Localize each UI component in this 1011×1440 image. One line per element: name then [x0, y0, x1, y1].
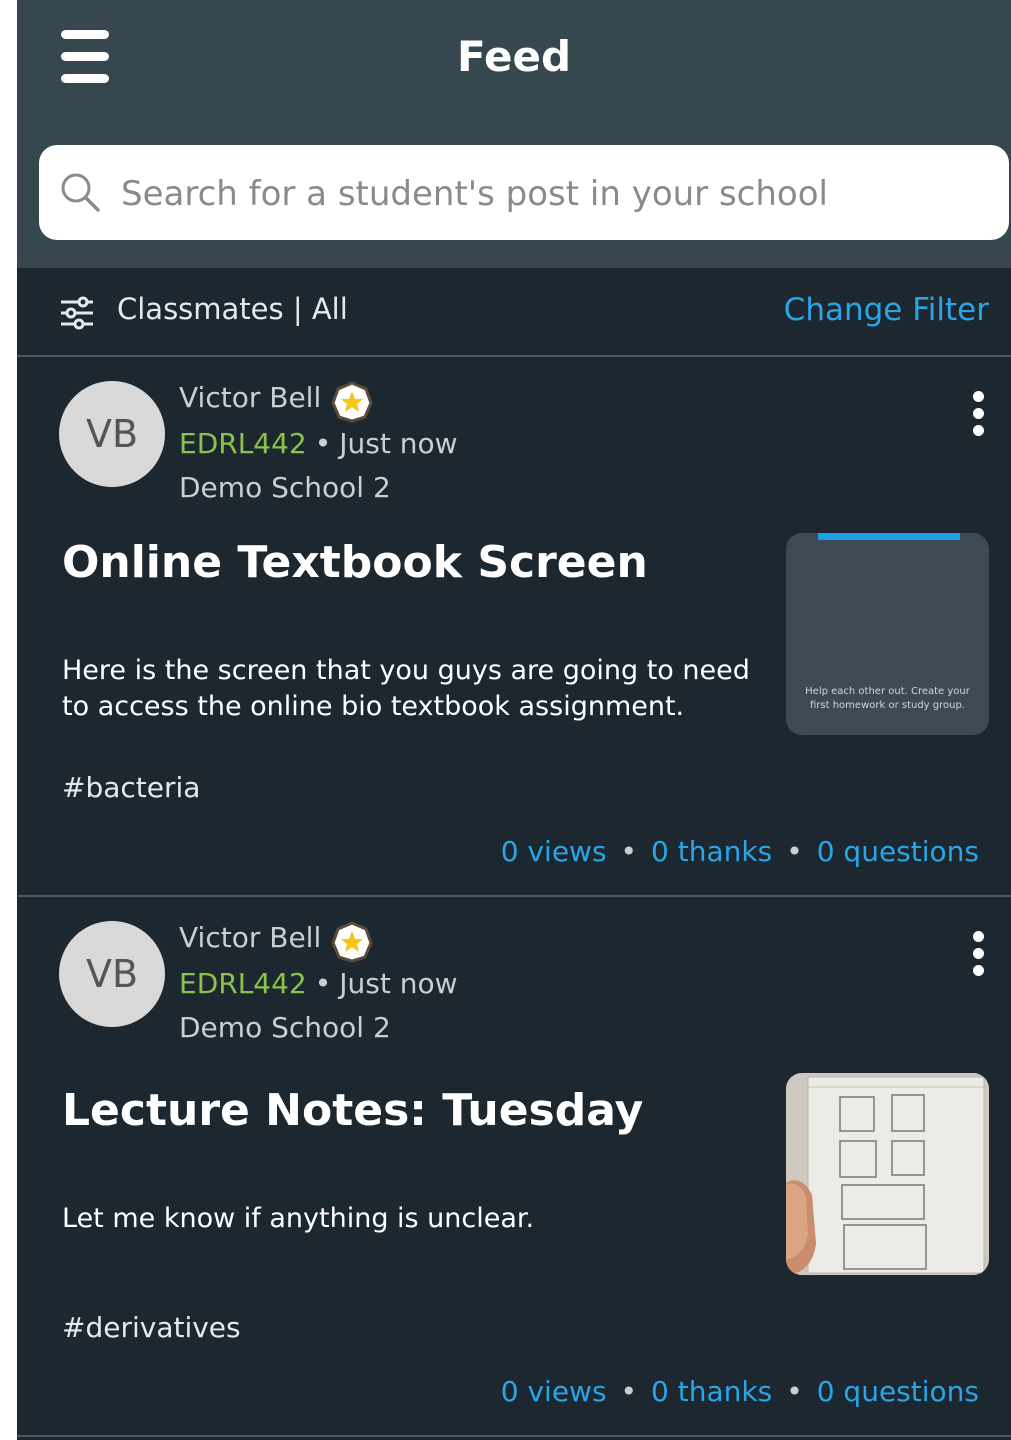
post-thumbnail[interactable]: Help each other out. Create your first h… — [786, 533, 989, 735]
thumbnail-caption: Help each other out. Create your first h… — [805, 686, 970, 711]
star-badge-icon — [331, 381, 373, 423]
post-meta: EDRL442 • Just now — [179, 427, 458, 460]
course-code[interactable]: EDRL442 — [179, 967, 307, 1000]
hashtag[interactable]: #derivatives — [62, 1311, 241, 1344]
post-card[interactable]: VB Victor Bell EDRL442 • Just now Demo Sch… — [17, 357, 1011, 897]
post-title[interactable]: Lecture Notes: Tuesday — [62, 1085, 643, 1136]
filter-sliders-icon — [61, 296, 93, 330]
more-options-icon[interactable] — [967, 931, 991, 977]
author-name[interactable]: Victor Bell — [179, 381, 321, 414]
search-input[interactable] — [119, 145, 993, 242]
more-options-icon[interactable] — [967, 391, 991, 437]
thanks-count[interactable]: 0 thanks — [651, 835, 772, 868]
filter-label: Classmates | All — [117, 292, 348, 326]
course-code[interactable]: EDRL442 — [179, 427, 307, 460]
avatar[interactable]: VB — [59, 921, 165, 1027]
lecture-notes-photo — [786, 1073, 989, 1275]
search-icon — [61, 173, 100, 212]
star-badge-icon — [331, 921, 373, 963]
post-thumbnail[interactable] — [786, 1073, 989, 1275]
questions-count[interactable]: 0 questions — [817, 1375, 979, 1408]
post-body: Here is the screen that you guys are goi… — [62, 655, 750, 722]
questions-count[interactable]: 0 questions — [817, 835, 979, 868]
thumbnail-header-bar — [818, 533, 960, 540]
app-screen: Feed Classmates | All Change Filter VB V… — [17, 0, 1011, 1440]
post-meta: EDRL442 • Just now — [179, 967, 458, 1000]
post-time: Just now — [339, 427, 458, 460]
thanks-count[interactable]: 0 thanks — [651, 1375, 772, 1408]
post-title[interactable]: Online Textbook Screen — [62, 537, 648, 588]
search-box[interactable] — [39, 145, 1009, 242]
post-body: Let me know if anything is unclear. — [62, 1203, 535, 1234]
post-stats: 0 views • 0 thanks • 0 questions — [500, 1375, 979, 1408]
avatar[interactable]: VB — [59, 381, 165, 487]
page-title: Feed — [456, 32, 572, 81]
views-count[interactable]: 0 views — [501, 835, 607, 868]
school-name: Demo School 2 — [179, 471, 391, 504]
author-name[interactable]: Victor Bell — [179, 921, 321, 954]
header: Feed — [17, 0, 1011, 268]
post-stats: 0 views • 0 thanks • 0 questions — [500, 835, 979, 868]
change-filter-link[interactable]: Change Filter — [784, 292, 989, 328]
views-count[interactable]: 0 views — [501, 1375, 607, 1408]
post-card[interactable]: VB Victor Bell EDRL442 • Just now Demo Sch… — [17, 897, 1011, 1437]
post-time: Just now — [339, 967, 458, 1000]
filter-bar: Classmates | All Change Filter — [17, 268, 1011, 357]
hashtag[interactable]: #bacteria — [62, 771, 200, 804]
school-name: Demo School 2 — [179, 1011, 391, 1044]
